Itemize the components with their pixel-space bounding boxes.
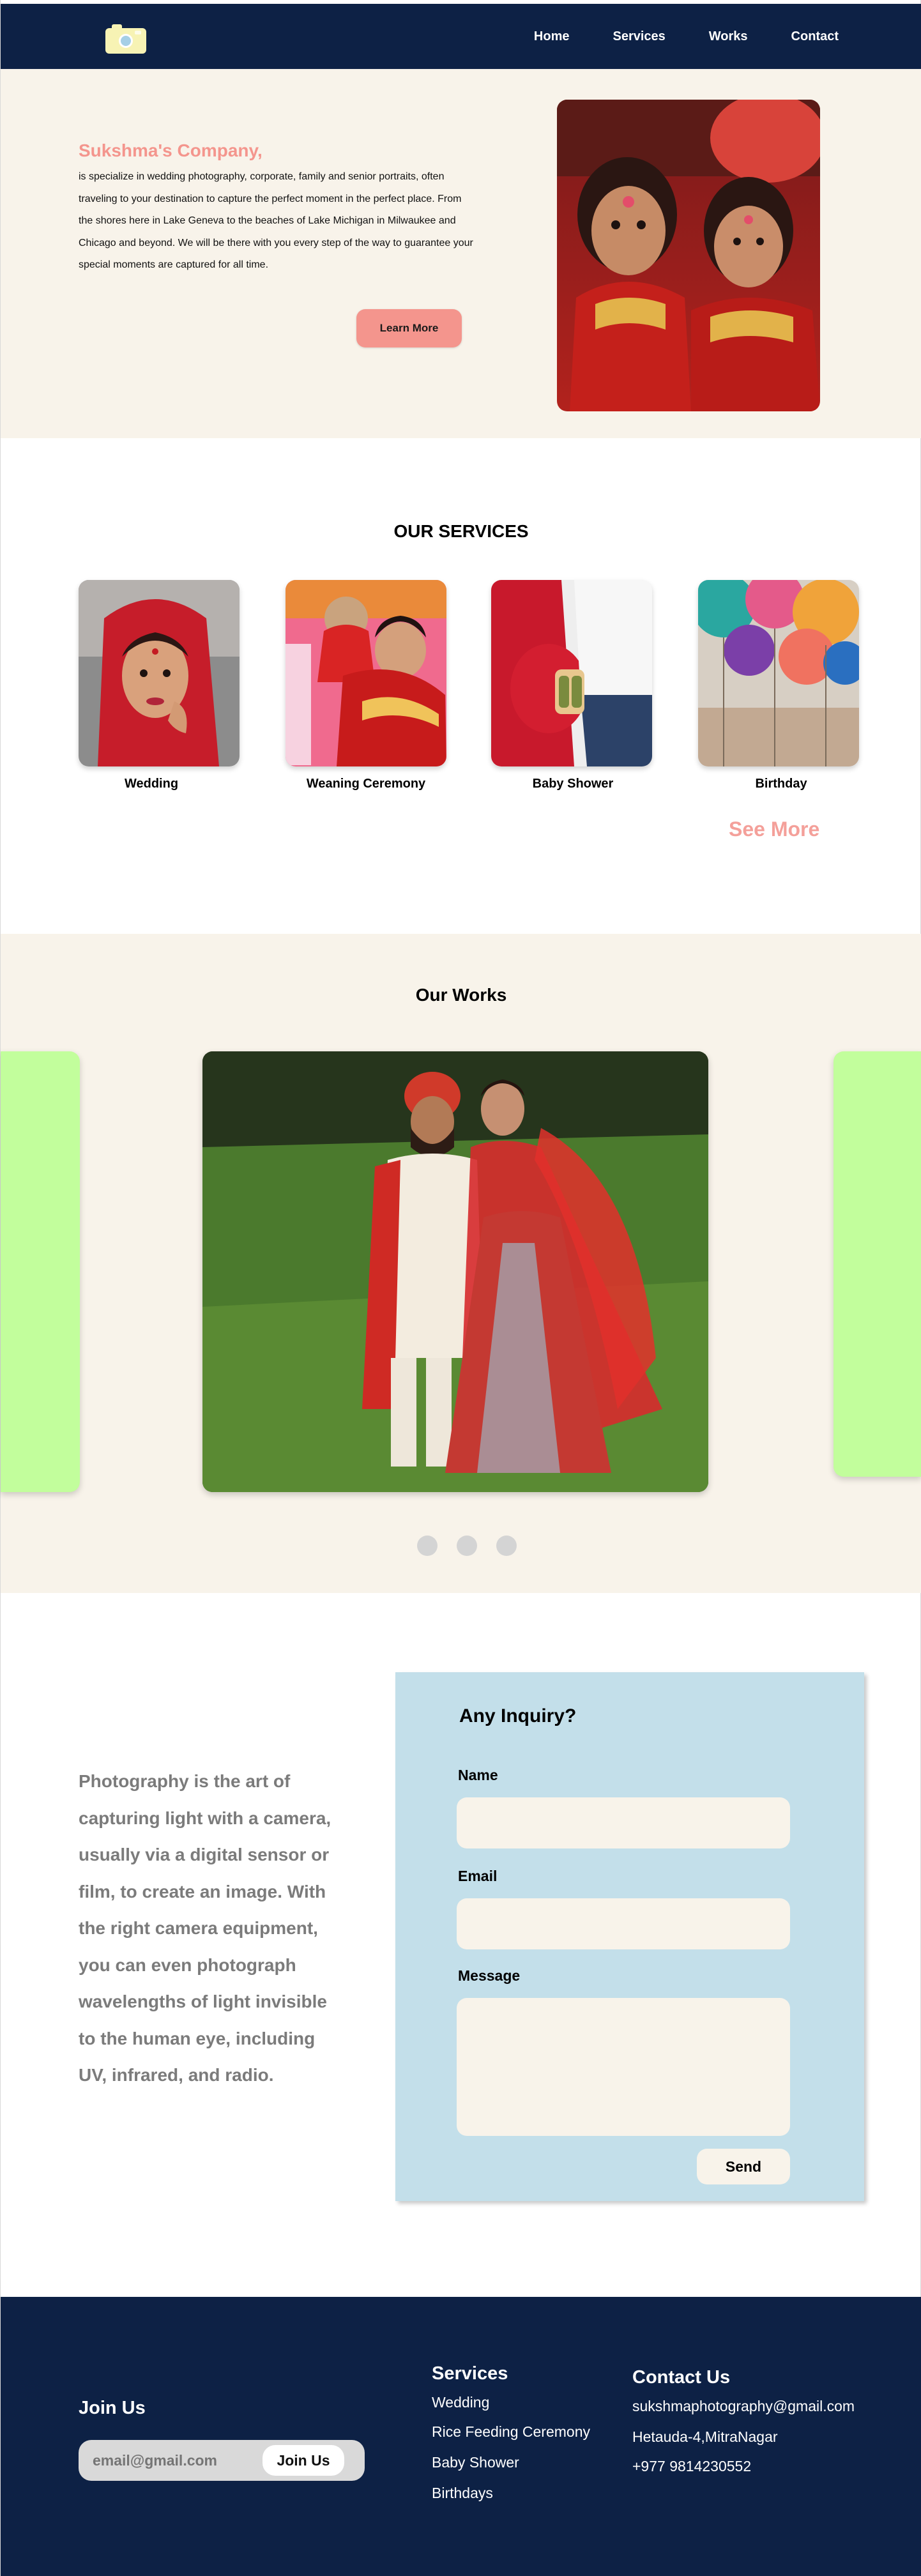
carousel-prev-card[interactable]: [1, 1051, 80, 1492]
inquiry-form: Any Inquiry? Name Email Message Send: [395, 1672, 864, 2201]
footer-contact-title: Contact Us: [632, 2367, 731, 2388]
service-label-birthday: Birthday: [755, 777, 807, 791]
nav-home-link[interactable]: Home: [534, 29, 570, 44]
footer-contact-phone[interactable]: +977 9814230552: [632, 2458, 751, 2475]
nav-contact-link[interactable]: Contact: [791, 29, 839, 44]
email-label: Email: [458, 1868, 498, 1884]
service-card-wedding[interactable]: [79, 580, 240, 766]
join-form: Join Us: [79, 2440, 365, 2481]
hero-photo: [557, 100, 820, 411]
footer-service-link[interactable]: Birthdays: [432, 2485, 493, 2502]
footer-service-link[interactable]: Baby Shower: [432, 2454, 519, 2471]
join-email-input[interactable]: [93, 2449, 259, 2472]
nav-works-link[interactable]: Works: [709, 29, 748, 44]
footer-service-link[interactable]: Wedding: [432, 2394, 489, 2411]
email-input[interactable]: [457, 1898, 790, 1949]
name-input[interactable]: [457, 1797, 790, 1848]
service-label-weaning-ceremony: Weaning Ceremony: [306, 777, 426, 791]
service-label-baby-shower: Baby Shower: [532, 777, 614, 791]
services-title: OUR SERVICES: [393, 521, 529, 541]
message-label: Message: [458, 1967, 521, 1984]
message-textarea[interactable]: [457, 1998, 790, 2136]
join-button[interactable]: Join Us: [263, 2445, 344, 2476]
send-button[interactable]: Send: [697, 2149, 790, 2184]
top-navbar: Home Services Works Contact: [1, 4, 921, 69]
hero-section: Sukshma's Company, is specialize in wedd…: [1, 69, 921, 438]
works-title: Our Works: [415, 985, 507, 1005]
see-more-link[interactable]: See More: [729, 818, 819, 841]
page: Home Services Works Contact Sukshma's Co…: [0, 0, 921, 2576]
carousel-main-photo: [202, 1051, 708, 1492]
join-title: Join Us: [79, 2398, 146, 2418]
carousel-next-card[interactable]: [833, 1051, 921, 1477]
hero-title: Sukshma's Company,: [79, 141, 263, 160]
inquiry-title: Any Inquiry?: [459, 1705, 577, 1726]
service-card-birthday[interactable]: [698, 580, 859, 766]
learn-more-button[interactable]: Learn More: [356, 309, 462, 347]
carousel-dots: [417, 1536, 517, 1556]
footer-service-link[interactable]: Rice Feeding Ceremony: [432, 2423, 590, 2441]
carousel-dot-2[interactable]: [457, 1536, 477, 1556]
name-label: Name: [458, 1767, 498, 1783]
nav-services-link[interactable]: Services: [613, 29, 665, 44]
carousel-dot-3[interactable]: [496, 1536, 517, 1556]
carousel-dot-1[interactable]: [417, 1536, 438, 1556]
service-label-wedding: Wedding: [124, 777, 179, 791]
footer-contact-address: Hetauda-4,MitraNagar: [632, 2428, 778, 2445]
service-card-weaning-ceremony[interactable]: [285, 580, 446, 766]
hero-description: is specialize in wedding photography, co…: [79, 171, 473, 270]
footer-services-title: Services: [432, 2363, 508, 2384]
works-section: Our Works: [1, 934, 921, 1593]
footer-contact-email[interactable]: sukshmaphotography@gmail.com: [632, 2398, 855, 2415]
footer: Join Us Join Us Services Wedding Rice Fe…: [1, 2297, 921, 2576]
photography-quote: Photography is the art of capturing ligh…: [79, 1771, 331, 2085]
camera-icon[interactable]: [103, 22, 149, 55]
nav-links: Home Services Works Contact: [491, 29, 839, 44]
service-card-baby-shower[interactable]: [491, 580, 652, 766]
